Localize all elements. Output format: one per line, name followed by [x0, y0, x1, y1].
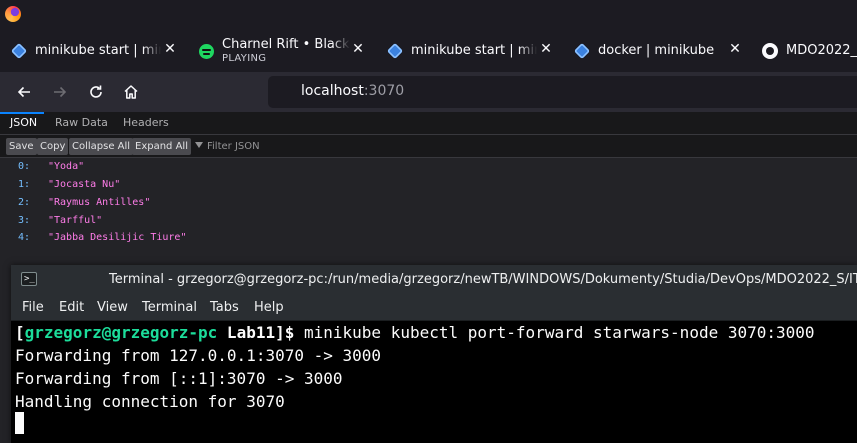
prompt-user-host: grzegorz@grzegorz-pc — [24, 323, 218, 342]
tab-close-icon[interactable]: ✕ — [538, 42, 554, 56]
save-button[interactable]: Save — [6, 138, 37, 155]
reload-icon[interactable] — [83, 79, 109, 105]
json-value: "Yoda" — [48, 161, 85, 172]
menu-view[interactable]: View — [97, 300, 128, 315]
tab-docker-minikube[interactable]: docker | minikube — [574, 35, 724, 67]
minikube-cube-icon — [574, 42, 591, 60]
terminal-output[interactable]: [grzegorz@grzegorz-pc Lab11]$ minikube k… — [11, 321, 857, 443]
terminal-command-line: [grzegorz@grzegorz-pc Lab11]$ minikube k… — [15, 321, 815, 344]
menu-terminal[interactable]: Terminal — [142, 300, 197, 315]
url-text[interactable]: localhost:3070 — [301, 83, 404, 99]
menu-file[interactable]: File — [22, 300, 44, 315]
json-viewer-tabs: JSON Raw Data Headers — [0, 112, 857, 135]
tab-headers[interactable]: Headers — [123, 116, 169, 129]
back-arrow-icon[interactable] — [11, 79, 37, 105]
tab-title: docker | minikube — [598, 43, 715, 58]
tab-minikube-start-2[interactable]: minikube start | minikube — [387, 35, 537, 67]
json-value: "Raymus Antilles" — [48, 197, 151, 208]
prompt-dir: Lab11 — [217, 323, 276, 342]
url-port: :3070 — [363, 83, 405, 99]
tab-close-icon[interactable]: ✕ — [350, 42, 366, 56]
minikube-cube-icon — [11, 42, 28, 60]
tab-json[interactable]: JSON — [10, 116, 37, 129]
menu-help[interactable]: Help — [254, 300, 284, 315]
terminal-app-icon: >_ — [21, 272, 37, 286]
menu-edit[interactable]: Edit — [59, 300, 84, 315]
forward-arrow-icon[interactable] — [47, 79, 73, 105]
prompt-close: ]$ — [275, 323, 304, 342]
terminal-menubar: File Edit View Terminal Tabs Help — [11, 294, 857, 321]
terminal-title: Terminal - grzegorz@grzegorz-pc:/run/med… — [109, 272, 857, 287]
copy-button[interactable]: Copy — [37, 138, 69, 155]
terminal-command: minikube kubectl port-forward starwars-n… — [304, 323, 815, 342]
tab-title: MDO2022_S — [786, 43, 857, 58]
terminal-window[interactable]: >_ Terminal - grzegorz@grzegorz-pc:/run/… — [11, 265, 857, 443]
tab-github-mdo2022[interactable]: MDO2022_S — [762, 35, 857, 67]
url-host: localhost — [301, 83, 364, 99]
terminal-titlebar[interactable]: >_ Terminal - grzegorz@grzegorz-pc:/run/… — [11, 265, 857, 294]
active-tab-indicator — [0, 112, 44, 114]
tab-raw-data[interactable]: Raw Data — [55, 116, 108, 129]
browser-tab-strip: minikube start | minikube ✕ Charnel Rift… — [0, 30, 857, 72]
menu-tabs[interactable]: Tabs — [210, 300, 239, 315]
browser-titlebar — [0, 0, 857, 30]
tab-close-icon[interactable]: ✕ — [162, 42, 178, 56]
tab-close-icon[interactable]: ✕ — [727, 42, 743, 56]
json-key: 0: — [18, 161, 31, 172]
firefox-logo-icon[interactable] — [5, 6, 21, 22]
expand-all-button[interactable]: Expand All — [132, 138, 191, 155]
json-value: "Tarfful" — [48, 215, 103, 226]
json-key: 2: — [18, 197, 31, 208]
prompt-open: [ — [15, 323, 25, 342]
collapse-all-button[interactable]: Collapse All — [69, 138, 134, 155]
home-icon[interactable] — [118, 79, 144, 105]
json-value: "Jocasta Nu" — [48, 179, 121, 190]
terminal-output-line: Forwarding from 127.0.0.1:3070 -> 3000 — [15, 346, 382, 365]
filter-icon — [195, 142, 203, 148]
spotify-icon — [198, 43, 214, 59]
json-viewer-toolbar: Save Copy Collapse All Expand All Filter… — [0, 135, 857, 158]
filter-json-input[interactable]: Filter JSON — [195, 140, 260, 154]
json-value: "Jabba Desilijic Tiure" — [48, 232, 187, 243]
terminal-output-line: Handling connection for 3070 — [15, 392, 285, 411]
json-key: 4: — [18, 232, 31, 243]
tab-title: Charnel Rift • Black Crown — [222, 37, 350, 52]
tab-playing-label: PLAYING — [222, 53, 267, 64]
tab-spotify[interactable]: Charnel Rift • Black Crown PLAYING — [198, 35, 350, 67]
json-key: 3: — [18, 215, 31, 226]
terminal-output-line: Forwarding from [::1]:3070 -> 3000 — [15, 369, 343, 388]
terminal-cursor — [15, 412, 24, 434]
json-key: 1: — [18, 179, 31, 190]
minikube-cube-icon — [387, 42, 404, 60]
tab-minikube-start-1[interactable]: minikube start | minikube — [11, 35, 161, 67]
filter-placeholder: Filter JSON — [207, 141, 260, 152]
github-icon — [762, 43, 778, 59]
